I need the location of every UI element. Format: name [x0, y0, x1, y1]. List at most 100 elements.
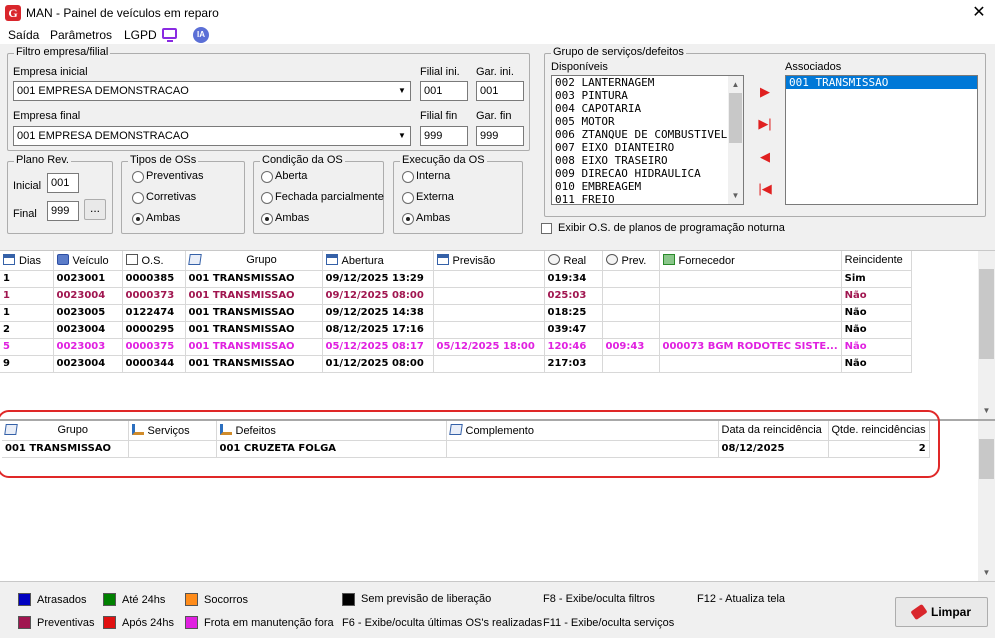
exibir-noturna-checkbox[interactable]	[541, 223, 552, 234]
scroll-up-icon[interactable]: ▲	[728, 76, 743, 93]
clock-icon	[547, 253, 560, 265]
move-all-right-icon[interactable]: ▶|	[757, 117, 773, 131]
disponiveis-item[interactable]: 010 EMBREAGEM	[552, 180, 743, 193]
empresa-final-combo[interactable]: 001 EMPRESA DEMONSTRACAO ▼	[13, 126, 411, 146]
disponiveis-item[interactable]: 009 DIRECAO HIDRAULICA	[552, 167, 743, 180]
gar-fin-input[interactable]: 999	[476, 126, 524, 146]
plano-inicial-input[interactable]: 001	[47, 173, 79, 193]
cell-fornecedor: 000073 BGM RODOTEC SISTE...	[659, 338, 842, 356]
disponiveis-item[interactable]: 003 PINTURA	[552, 89, 743, 102]
radio-tipos-ambas[interactable]: Ambas	[130, 212, 180, 225]
cell-fornecedor	[659, 287, 842, 305]
disponiveis-item[interactable]: 011 FREIO	[552, 193, 743, 204]
cell-veiculo: 0023001	[53, 270, 123, 288]
chevron-down-icon[interactable]: ▼	[394, 82, 410, 100]
legend-socorros-swatch	[185, 593, 198, 606]
cell-previsao: 05/12/2025 18:00	[433, 338, 545, 356]
move-all-left-icon[interactable]: |◀	[757, 182, 773, 196]
radio-corretivas[interactable]: Corretivas	[130, 191, 196, 204]
radio-execucao-ambas[interactable]: Ambas	[400, 212, 450, 225]
menu-lgpd[interactable]: LGPD	[124, 28, 157, 42]
table-row[interactable]: 1 0023001 0000385 001 TRANSMISSAO 09/12/2025…	[0, 270, 912, 288]
scroll-down-icon[interactable]: ▼	[978, 402, 995, 419]
col-previsao[interactable]: Previsão	[433, 251, 545, 271]
document-icon	[125, 253, 138, 265]
cell-real: 018:25	[544, 304, 603, 322]
close-icon[interactable]: ✕	[966, 2, 992, 24]
hotkey-f12: F12 - Atualiza tela	[697, 593, 786, 605]
plano-final-input[interactable]: 999	[47, 201, 79, 221]
cell-abertura: 09/12/2025 14:38	[322, 304, 434, 322]
cell-os: 0000373	[122, 287, 186, 305]
exibir-noturna-label: Exibir O.S. de planos de programação not…	[558, 222, 785, 234]
filial-ini-input[interactable]: 001	[420, 81, 468, 101]
scroll-thumb[interactable]	[979, 269, 994, 359]
disponiveis-item[interactable]: 007 EIXO DIANTEIRO	[552, 141, 743, 154]
scroll-down-icon[interactable]: ▼	[728, 187, 743, 204]
filial-fin-input[interactable]: 999	[420, 126, 468, 146]
cell-previsao	[433, 287, 545, 305]
col-reincidente[interactable]: Reincidente	[841, 251, 912, 271]
disponiveis-item[interactable]: 005 MOTOR	[552, 115, 743, 128]
cell-abertura: 01/12/2025 08:00	[322, 355, 434, 373]
calendar-icon	[3, 253, 15, 265]
ia-icon[interactable]: IA	[193, 27, 209, 43]
radio-condicao-ambas[interactable]: Ambas	[259, 212, 309, 225]
disponiveis-label: Disponíveis	[551, 61, 608, 73]
radio-externa[interactable]: Externa	[400, 191, 454, 204]
plano-lookup-button[interactable]: ...	[84, 199, 106, 220]
monitor-icon[interactable]	[162, 28, 177, 42]
radio-interna[interactable]: Interna	[400, 170, 450, 183]
disponiveis-item[interactable]: 004 CAPOTARIA	[552, 102, 743, 115]
detail-grid-scrollbar[interactable]: ▼	[978, 421, 995, 581]
cell-dias: 1	[0, 270, 54, 288]
cell-real: 120:46	[544, 338, 603, 356]
associados-item[interactable]: 001 TRANSMISSAO	[786, 76, 977, 89]
col-real[interactable]: Real	[544, 251, 603, 271]
empresa-inicial-combo[interactable]: 001 EMPRESA DEMONSTRACAO ▼	[13, 81, 411, 101]
table-row[interactable]: 1 0023005 0122474 001 TRANSMISSAO 09/12/2025…	[0, 304, 912, 322]
menu-parametros[interactable]: Parâmetros	[50, 28, 112, 42]
disponiveis-item[interactable]: 008 EIXO TRASEIRO	[552, 154, 743, 167]
disponiveis-item[interactable]: 006 ZTANQUE DE COMBUSTIVEL	[552, 128, 743, 141]
disponiveis-item[interactable]: 002 LANTERNAGEM	[552, 76, 743, 89]
table-row[interactable]: 5 0023003 0000375 001 TRANSMISSAO 05/12/2025…	[0, 338, 912, 356]
plano-inicial-label: Inicial	[13, 180, 42, 192]
cell-dias: 5	[0, 338, 54, 356]
os-grid[interactable]: Dias Veículo O.S. Grupo Abertura Previsã…	[0, 251, 995, 419]
move-right-icon[interactable]: ▶	[757, 85, 773, 99]
col-veiculo[interactable]: Veículo	[53, 251, 123, 271]
table-row[interactable]: 2 0023004 0000295 001 TRANSMISSAO 08/12/2025…	[0, 321, 912, 339]
table-row[interactable]: 9 0023004 0000344 001 TRANSMISSAO 01/12/2025…	[0, 355, 912, 373]
limpar-label: Limpar	[930, 605, 971, 619]
hotkey-f11: F11 - Exibe/oculta serviços	[543, 617, 675, 629]
limpar-button[interactable]: Limpar	[895, 597, 988, 627]
os-grid-scrollbar[interactable]: ▼	[978, 251, 995, 419]
cell-abertura: 09/12/2025 08:00	[322, 287, 434, 305]
cell-reincidente: Não	[841, 287, 912, 305]
col-os[interactable]: O.S.	[122, 251, 186, 271]
radio-fechada-parcialmente[interactable]: Fechada parcialmente	[259, 191, 384, 204]
table-row[interactable]: 1 0023004 0000373 001 TRANSMISSAO 09/12/2025…	[0, 287, 912, 305]
menu-saida[interactable]: Saída	[8, 28, 39, 42]
scroll-down-icon[interactable]: ▼	[978, 564, 995, 581]
col-prev[interactable]: Prev.	[602, 251, 660, 271]
chevron-down-icon[interactable]: ▼	[394, 127, 410, 145]
col-fornecedor[interactable]: Fornecedor	[659, 251, 842, 271]
gar-ini-input[interactable]: 001	[476, 81, 524, 101]
plano-rev-legend: Plano Rev.	[14, 154, 71, 166]
cell-abertura: 05/12/2025 08:17	[322, 338, 434, 356]
cell-grupo: 001 TRANSMISSAO	[185, 338, 323, 356]
radio-aberta[interactable]: Aberta	[259, 170, 307, 183]
col-abertura[interactable]: Abertura	[322, 251, 434, 271]
col-dias[interactable]: Dias	[0, 251, 54, 271]
move-left-icon[interactable]: ◀	[757, 150, 773, 164]
cell-previsao	[433, 270, 545, 288]
scroll-thumb[interactable]	[729, 93, 742, 143]
col-grupo[interactable]: Grupo	[185, 251, 323, 271]
radio-preventivas[interactable]: Preventivas	[130, 170, 203, 183]
cell-reincidente: Não	[841, 321, 912, 339]
associados-list[interactable]: 001 TRANSMISSAO	[785, 75, 978, 205]
scroll-thumb[interactable]	[979, 439, 994, 479]
disponiveis-list[interactable]: 002 LANTERNAGEM 003 PINTURA 004 CAPOTARIA 0…	[551, 75, 744, 205]
